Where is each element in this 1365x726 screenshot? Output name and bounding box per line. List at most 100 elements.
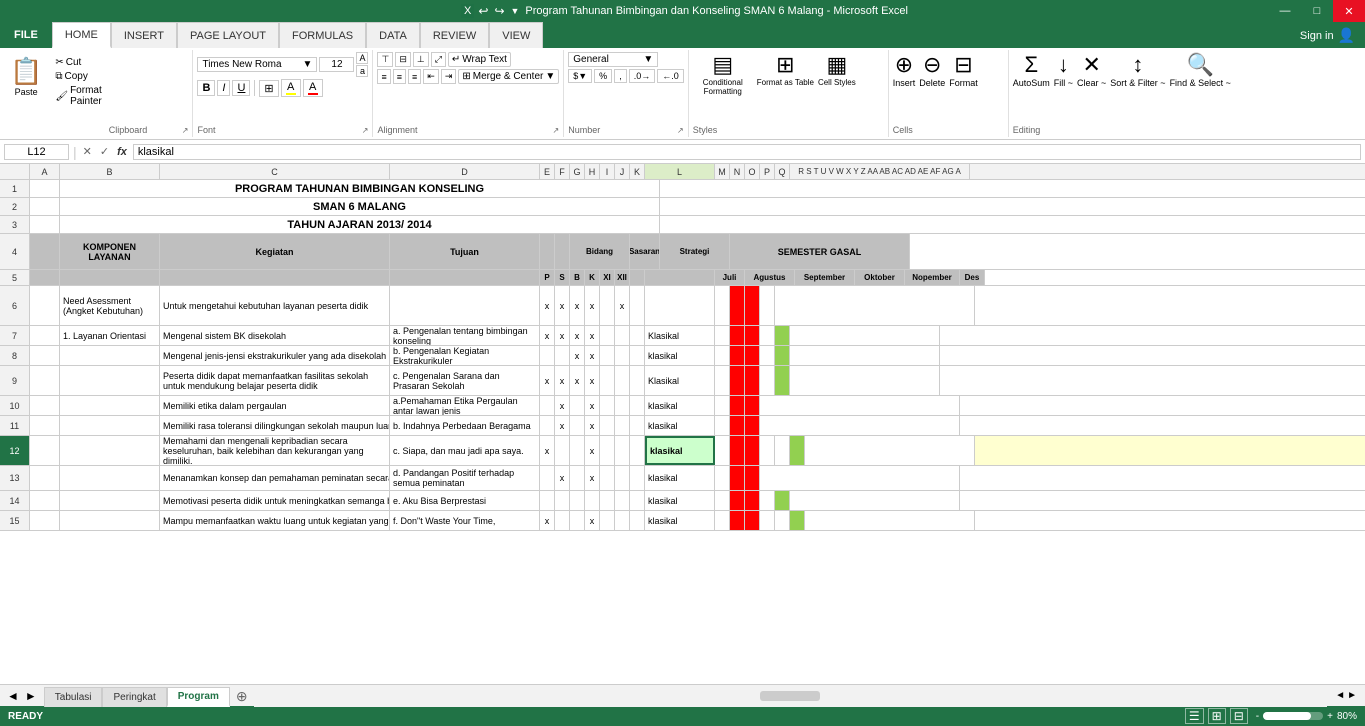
cell-L4[interactable]: Strategi bbox=[660, 234, 730, 269]
cell-C10[interactable]: Memiliki etika dalam pergaulan bbox=[160, 396, 390, 415]
tab-formulas[interactable]: FORMULAS bbox=[279, 22, 366, 48]
fill-color-button[interactable]: A bbox=[281, 79, 301, 97]
cell-A15[interactable] bbox=[30, 511, 60, 530]
cell-N7[interactable] bbox=[730, 326, 745, 345]
cell-F12[interactable] bbox=[555, 436, 570, 465]
sheet-tab-tabulasi[interactable]: Tabulasi bbox=[44, 687, 103, 707]
cell-E7[interactable]: x bbox=[540, 326, 555, 345]
number-format-dropdown[interactable]: General ▼ bbox=[568, 52, 658, 67]
cell-I15[interactable] bbox=[600, 511, 615, 530]
currency-btn[interactable]: $▼ bbox=[568, 69, 592, 83]
cell-N9[interactable] bbox=[730, 366, 745, 395]
cell-A6[interactable] bbox=[30, 286, 60, 325]
text-angle-btn[interactable]: ⤢ bbox=[431, 52, 446, 67]
cell-C14[interactable]: Memotivasi peserta didik untuk meningkat… bbox=[160, 491, 390, 510]
tab-file[interactable]: FILE bbox=[0, 22, 52, 48]
col-header-N[interactable]: N bbox=[730, 164, 745, 179]
cell-D5[interactable] bbox=[390, 270, 540, 285]
col-header-J[interactable]: J bbox=[615, 164, 630, 179]
cell-K6[interactable] bbox=[630, 286, 645, 325]
cell-D14[interactable]: e. Aku Bisa Berprestasi bbox=[390, 491, 540, 510]
cell-I10[interactable] bbox=[600, 396, 615, 415]
cell-O8[interactable] bbox=[745, 346, 760, 365]
format-btn[interactable]: ⊟ Format bbox=[949, 52, 978, 125]
sheet-prev-btn[interactable]: ◄ bbox=[4, 689, 22, 703]
cell-J8[interactable] bbox=[615, 346, 630, 365]
insert-btn[interactable]: ⊕ Insert bbox=[893, 52, 916, 125]
cell-P9[interactable] bbox=[760, 366, 775, 395]
cell-C15[interactable]: Mampu memanfaatkan waktu luang untuk keg… bbox=[160, 511, 390, 530]
cell-L7[interactable]: Klasikal bbox=[645, 326, 715, 345]
cell-E9[interactable]: x bbox=[540, 366, 555, 395]
cell-J9[interactable] bbox=[615, 366, 630, 395]
cell-I13[interactable] bbox=[600, 466, 615, 490]
cell-J12[interactable] bbox=[615, 436, 630, 465]
cell-F7[interactable]: x bbox=[555, 326, 570, 345]
clipboard-expand-icon[interactable]: ↗ bbox=[182, 126, 189, 135]
cell-F4[interactable] bbox=[555, 234, 570, 269]
cell-E10[interactable] bbox=[540, 396, 555, 415]
cell-J13[interactable] bbox=[615, 466, 630, 490]
cell-B15[interactable] bbox=[60, 511, 160, 530]
cell-M7[interactable] bbox=[715, 326, 730, 345]
cell-Q14[interactable] bbox=[775, 491, 790, 510]
cell-rest14[interactable] bbox=[790, 491, 960, 510]
cell-B11[interactable] bbox=[60, 416, 160, 435]
sheet-tab-program[interactable]: Program bbox=[167, 687, 230, 707]
redo-btn[interactable]: ↪ bbox=[492, 3, 506, 19]
cell-M9[interactable] bbox=[715, 366, 730, 395]
cell-rest10[interactable] bbox=[760, 396, 960, 415]
cell-O14[interactable] bbox=[745, 491, 760, 510]
cell-B1-merged[interactable]: PROGRAM TAHUNAN BIMBINGAN KONSELING bbox=[60, 180, 660, 197]
col-header-H[interactable]: H bbox=[585, 164, 600, 179]
cell-J11[interactable] bbox=[615, 416, 630, 435]
bold-button[interactable]: B bbox=[197, 80, 215, 96]
cell-C4[interactable]: Kegiatan bbox=[160, 234, 390, 269]
cell-H9[interactable]: x bbox=[585, 366, 600, 395]
cell-L10[interactable]: klasikal bbox=[645, 396, 715, 415]
font-decrease-btn[interactable]: a bbox=[356, 65, 368, 77]
cell-N14[interactable] bbox=[730, 491, 745, 510]
cell-O7[interactable] bbox=[745, 326, 760, 345]
cell-B5[interactable] bbox=[60, 270, 160, 285]
cell-F13[interactable]: x bbox=[555, 466, 570, 490]
cell-F11[interactable]: x bbox=[555, 416, 570, 435]
cell-H14[interactable] bbox=[585, 491, 600, 510]
cell-B6[interactable]: Need Asessment (Angket Kebutuhan) bbox=[60, 286, 160, 325]
fx-icon[interactable]: fx bbox=[115, 146, 129, 158]
cell-I7[interactable] bbox=[600, 326, 615, 345]
cell-A9[interactable] bbox=[30, 366, 60, 395]
decrease-decimal-btn[interactable]: ←.0 bbox=[657, 69, 684, 83]
cell-O11[interactable] bbox=[745, 416, 760, 435]
increase-decimal-btn[interactable]: .0→ bbox=[629, 69, 656, 83]
cell-styles-btn[interactable]: ▦ Cell Styles bbox=[818, 52, 856, 125]
align-top-btn[interactable]: ⊤ bbox=[377, 52, 393, 67]
zoom-in-btn[interactable]: + bbox=[1327, 711, 1333, 722]
increase-indent-btn[interactable]: ⇥ bbox=[441, 69, 457, 84]
cell-O9[interactable] bbox=[745, 366, 760, 395]
cell-B10[interactable] bbox=[60, 396, 160, 415]
cell-A10[interactable] bbox=[30, 396, 60, 415]
cell-A4[interactable] bbox=[30, 234, 60, 269]
cell-H13[interactable]: x bbox=[585, 466, 600, 490]
cell-R9[interactable] bbox=[790, 366, 940, 395]
cell-E8[interactable] bbox=[540, 346, 555, 365]
cell-F14[interactable] bbox=[555, 491, 570, 510]
cell-sasaran-merged[interactable]: Sasaran bbox=[630, 234, 660, 269]
align-bottom-btn[interactable]: ⊥ bbox=[413, 52, 429, 67]
cell-A1[interactable] bbox=[30, 180, 60, 197]
cell-K15[interactable] bbox=[630, 511, 645, 530]
formula-input[interactable] bbox=[133, 144, 1361, 160]
comma-btn[interactable]: , bbox=[614, 69, 627, 83]
cell-C11[interactable]: Memiliki rasa toleransi dilingkungan sek… bbox=[160, 416, 390, 435]
cell-K14[interactable] bbox=[630, 491, 645, 510]
cell-L6[interactable] bbox=[645, 286, 715, 325]
cell-G8[interactable]: x bbox=[570, 346, 585, 365]
maximize-btn[interactable]: □ bbox=[1301, 0, 1333, 22]
font-size-input[interactable]: 12 bbox=[319, 57, 354, 72]
cell-E14[interactable] bbox=[540, 491, 555, 510]
cell-A2[interactable] bbox=[30, 198, 60, 215]
cell-G9[interactable]: x bbox=[570, 366, 585, 395]
cell-Q6-rest[interactable] bbox=[775, 286, 975, 325]
cell-K7[interactable] bbox=[630, 326, 645, 345]
